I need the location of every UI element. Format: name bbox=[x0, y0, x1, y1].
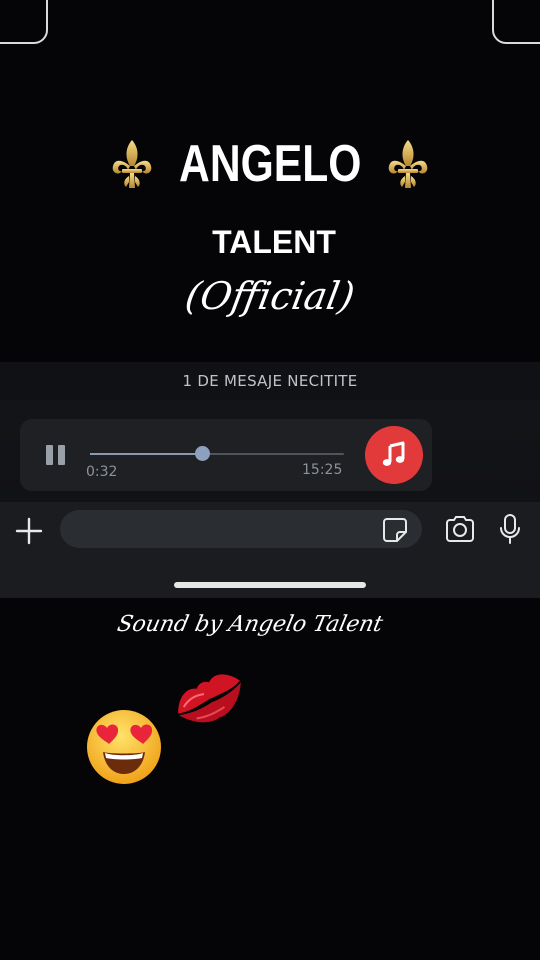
music-note-icon bbox=[365, 426, 423, 484]
playback-scrubber-handle[interactable] bbox=[194, 446, 210, 461]
home-indicator[interactable] bbox=[174, 582, 366, 588]
brand-official-tag: (Official) bbox=[182, 274, 358, 318]
voice-message-bubble: 0:32 15:25 bbox=[20, 419, 432, 491]
kiss-lips-icon bbox=[178, 674, 241, 723]
brand-subtitle: TALENT bbox=[212, 224, 336, 260]
message-input-bar bbox=[0, 502, 540, 598]
playback-track[interactable] bbox=[90, 446, 344, 461]
sound-credit: Sound by Angelo Talent bbox=[114, 612, 386, 637]
brand-name: ANGELO bbox=[178, 135, 362, 193]
frame-corner-right bbox=[492, 0, 540, 44]
plus-icon[interactable] bbox=[14, 516, 44, 546]
unread-messages-banner: 1 DE MESAJE NECITITE bbox=[0, 362, 540, 400]
brand-title: ANGELO bbox=[0, 138, 540, 190]
total-duration: 15:25 bbox=[302, 462, 343, 478]
message-input[interactable] bbox=[60, 510, 422, 548]
frame-corner-left bbox=[0, 0, 48, 44]
heart-eyes-emoji-icon bbox=[87, 710, 161, 784]
fleur-de-lis-icon bbox=[388, 140, 428, 188]
pause-icon[interactable] bbox=[46, 445, 68, 465]
fleur-de-lis-icon bbox=[112, 140, 152, 188]
playback-progress bbox=[90, 453, 202, 455]
microphone-icon[interactable] bbox=[498, 513, 522, 545]
elapsed-time: 0:32 bbox=[86, 464, 118, 480]
camera-icon[interactable] bbox=[444, 515, 476, 543]
sticker-icon[interactable] bbox=[382, 517, 408, 543]
